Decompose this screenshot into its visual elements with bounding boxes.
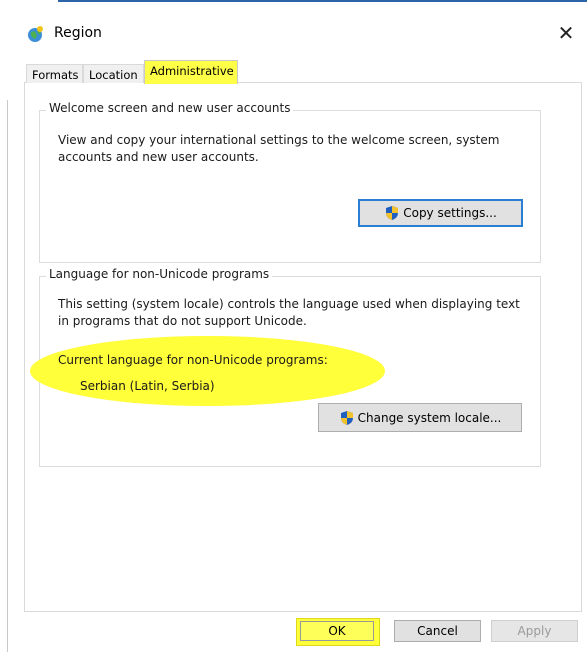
- tab-location[interactable]: Location: [83, 64, 144, 83]
- window-left-edge: [0, 0, 9, 652]
- change-system-locale-button[interactable]: Change system locale...: [318, 403, 522, 432]
- ok-button[interactable]: OK: [300, 621, 374, 641]
- welcome-screen-description: View and copy your international setting…: [58, 133, 500, 164]
- non-unicode-description: This setting (system locale) controls th…: [58, 297, 520, 328]
- tab-administrative[interactable]: Administrative: [144, 60, 238, 84]
- welcome-screen-legend: Welcome screen and new user accounts: [46, 101, 294, 115]
- cancel-button[interactable]: Cancel: [394, 620, 481, 642]
- change-system-locale-label: Change system locale...: [357, 410, 502, 425]
- uac-shield-icon: [386, 206, 399, 220]
- current-language-label: Current language for non-Unicode program…: [58, 353, 328, 367]
- copy-settings-button[interactable]: Copy settings...: [358, 199, 523, 227]
- current-language-value: Serbian (Latin, Serbia): [80, 379, 215, 393]
- apply-button[interactable]: Apply: [491, 620, 578, 642]
- uac-shield-icon: [340, 410, 353, 425]
- yellow-highlight-mark: [30, 336, 385, 406]
- copy-settings-label: Copy settings...: [403, 206, 497, 220]
- window-top-edge: [58, 0, 587, 11]
- close-icon[interactable]: ✕: [552, 19, 580, 47]
- window-title: Region: [54, 25, 102, 41]
- tab-formats[interactable]: Formats: [26, 64, 83, 83]
- globe-icon: [28, 26, 43, 42]
- non-unicode-legend: Language for non-Unicode programs: [46, 267, 273, 281]
